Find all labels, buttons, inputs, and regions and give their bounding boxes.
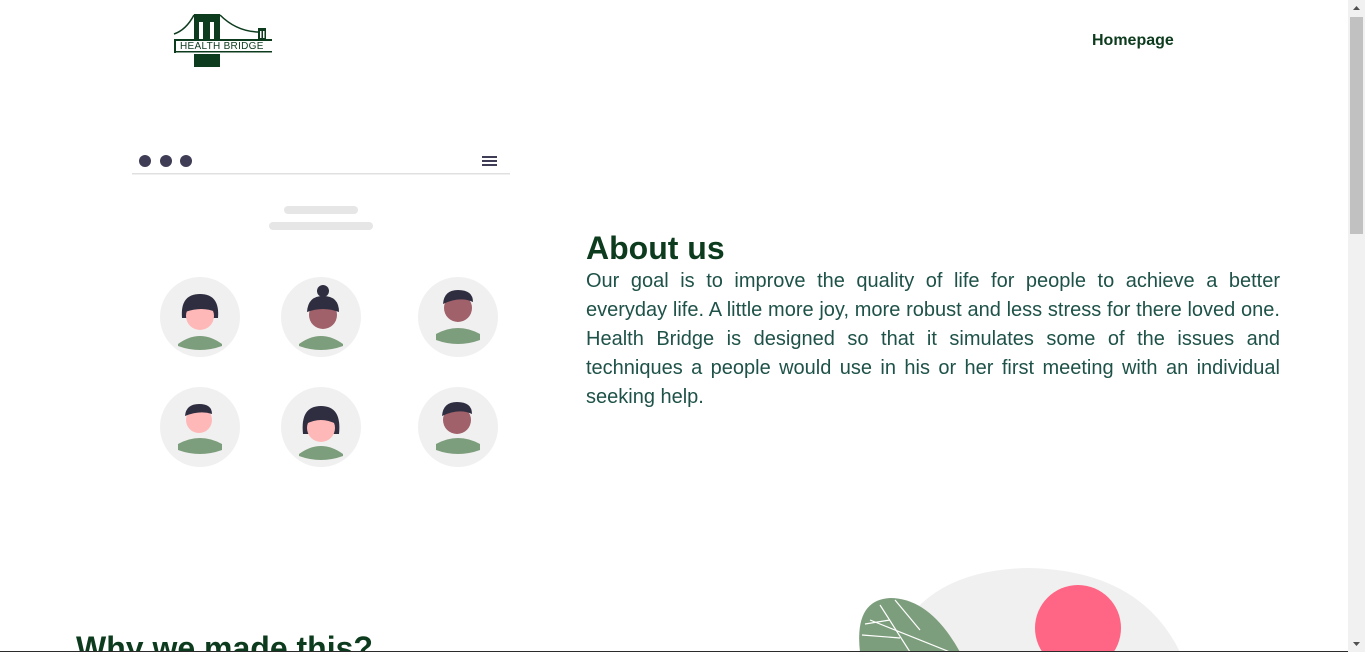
leaf-and-circle-illustration xyxy=(859,568,1180,652)
health-bridge-logo[interactable]: HEALTH BRIDGE xyxy=(172,12,274,68)
avatar-2 xyxy=(281,277,361,357)
bridge-logo-icon xyxy=(173,14,272,67)
avatar-6 xyxy=(418,387,498,467)
about-us-text: Our goal is to improve the quality of li… xyxy=(586,270,1280,408)
decorative-illustration xyxy=(850,560,1190,652)
avatar-5 xyxy=(281,387,361,467)
team-avatars-illustration xyxy=(132,155,510,467)
avatar-1 xyxy=(160,277,240,357)
three-dots-icon xyxy=(139,155,192,167)
scroll-down-arrow-icon[interactable] xyxy=(1348,635,1365,652)
about-us-heading: About us xyxy=(586,230,725,266)
scroll-up-arrow-icon[interactable] xyxy=(1348,0,1365,17)
nav-homepage-link[interactable]: Homepage xyxy=(1092,32,1174,50)
vertical-scrollbar[interactable] xyxy=(1348,0,1365,652)
avatar-3 xyxy=(418,277,498,357)
page: HEALTH BRIDGE Homepage About us Our goal… xyxy=(0,0,1348,652)
avatar-4 xyxy=(160,387,240,467)
logo-text: HEALTH BRIDGE xyxy=(180,41,264,52)
hamburger-menu-icon xyxy=(482,156,497,166)
why-we-made-this-heading: Why we made this? xyxy=(76,630,373,652)
people-illustration xyxy=(130,148,514,478)
scrollbar-thumb[interactable] xyxy=(1350,17,1363,234)
